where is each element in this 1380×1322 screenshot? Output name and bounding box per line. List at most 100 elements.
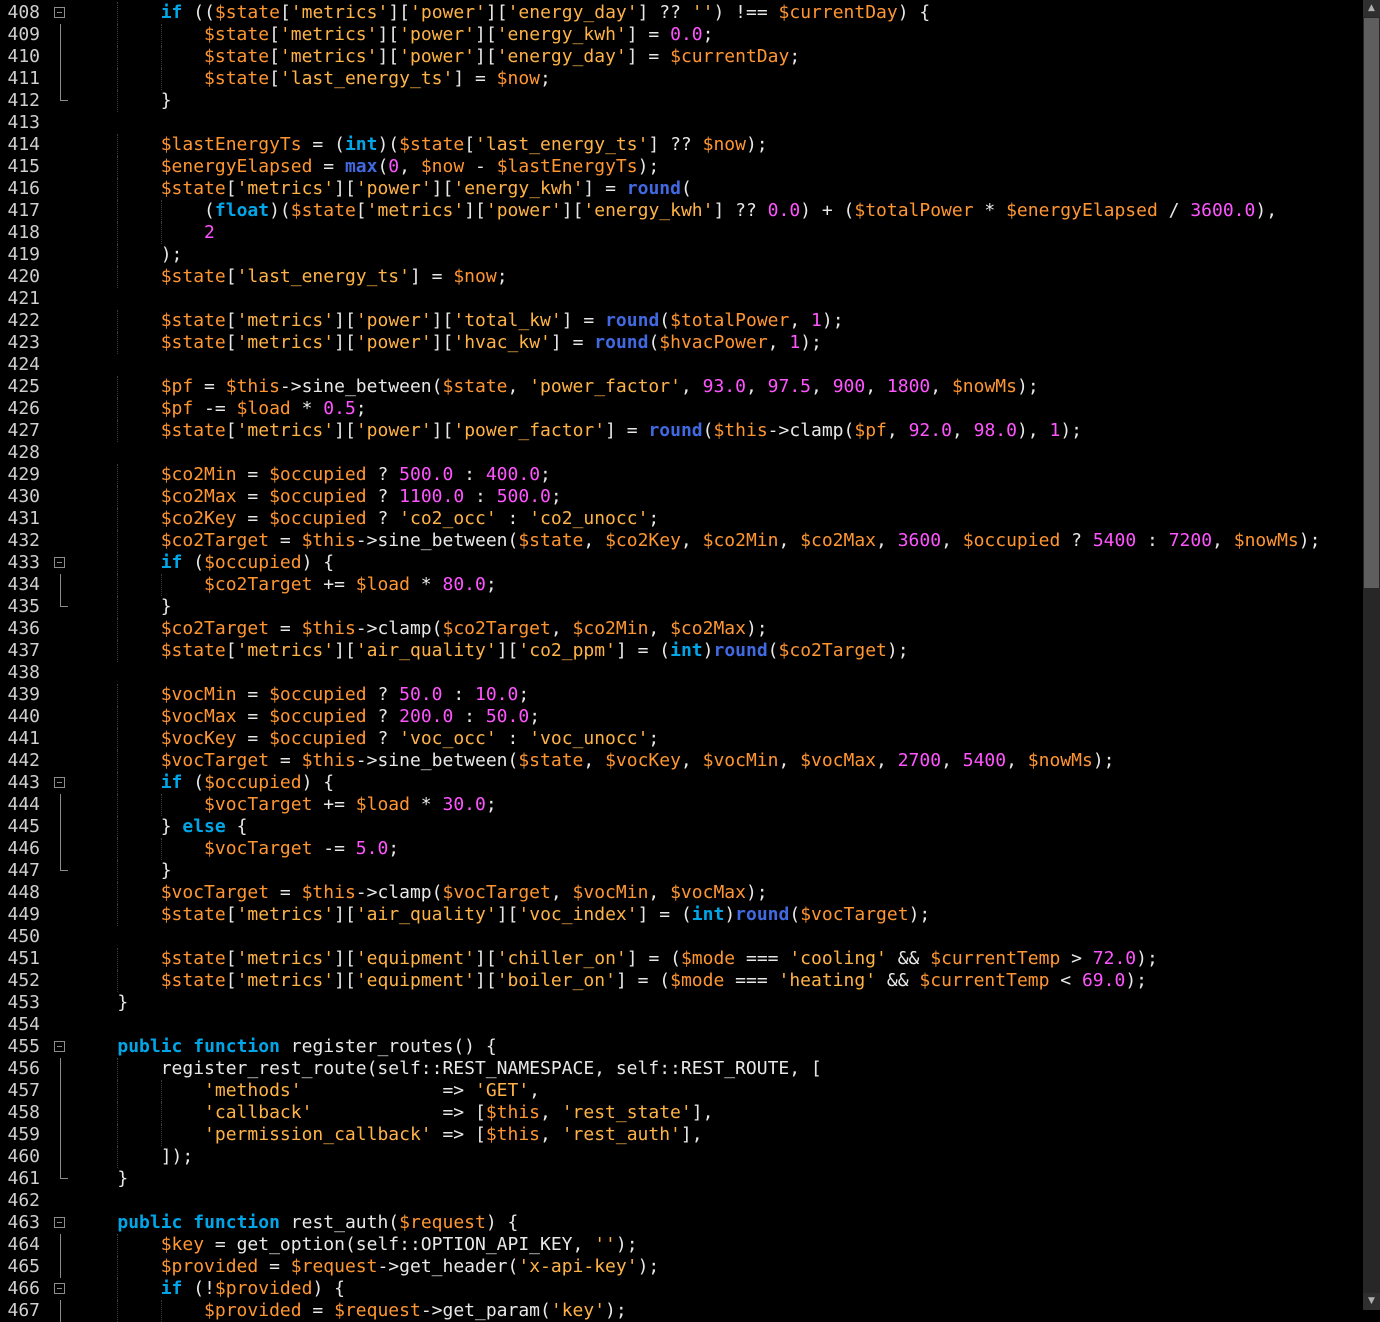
line-number[interactable]: 438 [0, 662, 46, 684]
line-number[interactable]: 452 [0, 970, 46, 992]
code-line[interactable]: 425 $pf = $this->sine_between($state, 'p… [0, 376, 1363, 398]
code-line[interactable]: 415 $energyElapsed = max(0, $now - $last… [0, 156, 1363, 178]
code-line[interactable]: 413 [0, 112, 1363, 134]
line-number[interactable]: 461 [0, 1168, 46, 1190]
line-number[interactable]: 449 [0, 904, 46, 926]
line-number[interactable]: 444 [0, 794, 46, 816]
code-line[interactable]: 428 [0, 442, 1363, 464]
line-number[interactable]: 411 [0, 68, 46, 90]
line-number[interactable]: 458 [0, 1102, 46, 1124]
line-number[interactable]: 412 [0, 90, 46, 112]
line-number[interactable]: 428 [0, 442, 46, 464]
code-line[interactable]: 463 public function rest_auth($request) … [0, 1212, 1363, 1234]
line-number[interactable]: 431 [0, 508, 46, 530]
code-line[interactable]: 458 'callback' => [$this, 'rest_state'], [0, 1102, 1363, 1124]
line-number[interactable]: 416 [0, 178, 46, 200]
code-line[interactable]: 447 } [0, 860, 1363, 882]
line-number[interactable]: 419 [0, 244, 46, 266]
line-number[interactable]: 453 [0, 992, 46, 1014]
code-line[interactable]: 446 $vocTarget -= 5.0; [0, 838, 1363, 860]
code-line[interactable]: 449 $state['metrics']['air_quality']['vo… [0, 904, 1363, 926]
code-line[interactable]: 434 $co2Target += $load * 80.0; [0, 574, 1363, 596]
line-number[interactable]: 430 [0, 486, 46, 508]
line-number[interactable]: 421 [0, 288, 46, 310]
line-number[interactable]: 418 [0, 222, 46, 244]
line-number[interactable]: 415 [0, 156, 46, 178]
line-number[interactable]: 422 [0, 310, 46, 332]
code-line[interactable]: 424 [0, 354, 1363, 376]
code-line[interactable]: 431 $co2Key = $occupied ? 'co2_occ' : 'c… [0, 508, 1363, 530]
line-number[interactable]: 442 [0, 750, 46, 772]
line-number[interactable]: 435 [0, 596, 46, 618]
code-line[interactable]: 430 $co2Max = $occupied ? 1100.0 : 500.0… [0, 486, 1363, 508]
code-line[interactable]: 416 $state['metrics']['power']['energy_k… [0, 178, 1363, 200]
code-line[interactable]: 441 $vocKey = $occupied ? 'voc_occ' : 'v… [0, 728, 1363, 750]
code-line[interactable]: 420 $state['last_energy_ts'] = $now; [0, 266, 1363, 288]
code-line[interactable]: 442 $vocTarget = $this->sine_between($st… [0, 750, 1363, 772]
code-line[interactable]: 455 public function register_routes() { [0, 1036, 1363, 1058]
line-number[interactable]: 466 [0, 1278, 46, 1300]
code-line[interactable]: 422 $state['metrics']['power']['total_kw… [0, 310, 1363, 332]
code-line[interactable]: 460 ]); [0, 1146, 1363, 1168]
code-line[interactable]: 417 (float)($state['metrics']['power']['… [0, 200, 1363, 222]
fold-collapse-icon[interactable] [46, 772, 74, 794]
line-number[interactable]: 409 [0, 24, 46, 46]
line-number[interactable]: 426 [0, 398, 46, 420]
line-number[interactable]: 465 [0, 1256, 46, 1278]
line-number[interactable]: 436 [0, 618, 46, 640]
code-line[interactable]: 426 $pf -= $load * 0.5; [0, 398, 1363, 420]
code-line[interactable]: 466 if (!$provided) { [0, 1278, 1363, 1300]
vertical-scrollbar[interactable]: ▲ ▼ [1363, 0, 1380, 1310]
line-number[interactable]: 451 [0, 948, 46, 970]
code-line[interactable]: 411 $state['last_energy_ts'] = $now; [0, 68, 1363, 90]
scrollbar-up-button[interactable]: ▲ [1363, 0, 1380, 17]
code-line[interactable]: 451 $state['metrics']['equipment']['chil… [0, 948, 1363, 970]
line-number[interactable]: 425 [0, 376, 46, 398]
line-number[interactable]: 433 [0, 552, 46, 574]
code-line[interactable]: 452 $state['metrics']['equipment']['boil… [0, 970, 1363, 992]
line-number[interactable]: 420 [0, 266, 46, 288]
code-line[interactable]: 437 $state['metrics']['air_quality']['co… [0, 640, 1363, 662]
line-number[interactable]: 459 [0, 1124, 46, 1146]
line-number[interactable]: 408 [0, 2, 46, 24]
code-line[interactable]: 414 $lastEnergyTs = (int)($state['last_e… [0, 134, 1363, 156]
line-number[interactable]: 455 [0, 1036, 46, 1058]
line-number[interactable]: 448 [0, 882, 46, 904]
code-line[interactable]: 453 } [0, 992, 1363, 1014]
fold-collapse-icon[interactable] [46, 1278, 74, 1300]
line-number[interactable]: 423 [0, 332, 46, 354]
line-number[interactable]: 410 [0, 46, 46, 68]
code-line[interactable]: 435 } [0, 596, 1363, 618]
line-number[interactable]: 434 [0, 574, 46, 596]
code-line[interactable]: 456 register_rest_route(self::REST_NAMES… [0, 1058, 1363, 1080]
line-number[interactable]: 445 [0, 816, 46, 838]
fold-collapse-icon[interactable] [46, 1036, 74, 1058]
code-line[interactable]: 462 [0, 1190, 1363, 1212]
code-line[interactable]: 454 [0, 1014, 1363, 1036]
code-line[interactable]: 423 $state['metrics']['power']['hvac_kw'… [0, 332, 1363, 354]
line-number[interactable]: 432 [0, 530, 46, 552]
code-line[interactable]: 409 $state['metrics']['power']['energy_k… [0, 24, 1363, 46]
scrollbar-thumb[interactable] [1364, 18, 1379, 588]
code-line[interactable]: 445 } else { [0, 816, 1363, 838]
line-number[interactable]: 427 [0, 420, 46, 442]
code-line[interactable]: 440 $vocMax = $occupied ? 200.0 : 50.0; [0, 706, 1363, 728]
line-number[interactable]: 440 [0, 706, 46, 728]
code-line[interactable]: 465 $provided = $request->get_header('x-… [0, 1256, 1363, 1278]
scrollbar-down-button[interactable]: ▼ [1363, 1293, 1380, 1310]
fold-collapse-icon[interactable] [46, 552, 74, 574]
code-line[interactable]: 439 $vocMin = $occupied ? 50.0 : 10.0; [0, 684, 1363, 706]
line-number[interactable]: 462 [0, 1190, 46, 1212]
line-number[interactable]: 460 [0, 1146, 46, 1168]
line-number[interactable]: 447 [0, 860, 46, 882]
code-line[interactable]: 436 $co2Target = $this->clamp($co2Target… [0, 618, 1363, 640]
line-number[interactable]: 454 [0, 1014, 46, 1036]
code-line[interactable]: 419 ); [0, 244, 1363, 266]
line-number[interactable]: 464 [0, 1234, 46, 1256]
line-number[interactable]: 417 [0, 200, 46, 222]
code-line[interactable]: 432 $co2Target = $this->sine_between($st… [0, 530, 1363, 552]
line-number[interactable]: 463 [0, 1212, 46, 1234]
fold-collapse-icon[interactable] [46, 2, 74, 24]
code-line[interactable]: 429 $co2Min = $occupied ? 500.0 : 400.0; [0, 464, 1363, 486]
code-line[interactable]: 448 $vocTarget = $this->clamp($vocTarget… [0, 882, 1363, 904]
